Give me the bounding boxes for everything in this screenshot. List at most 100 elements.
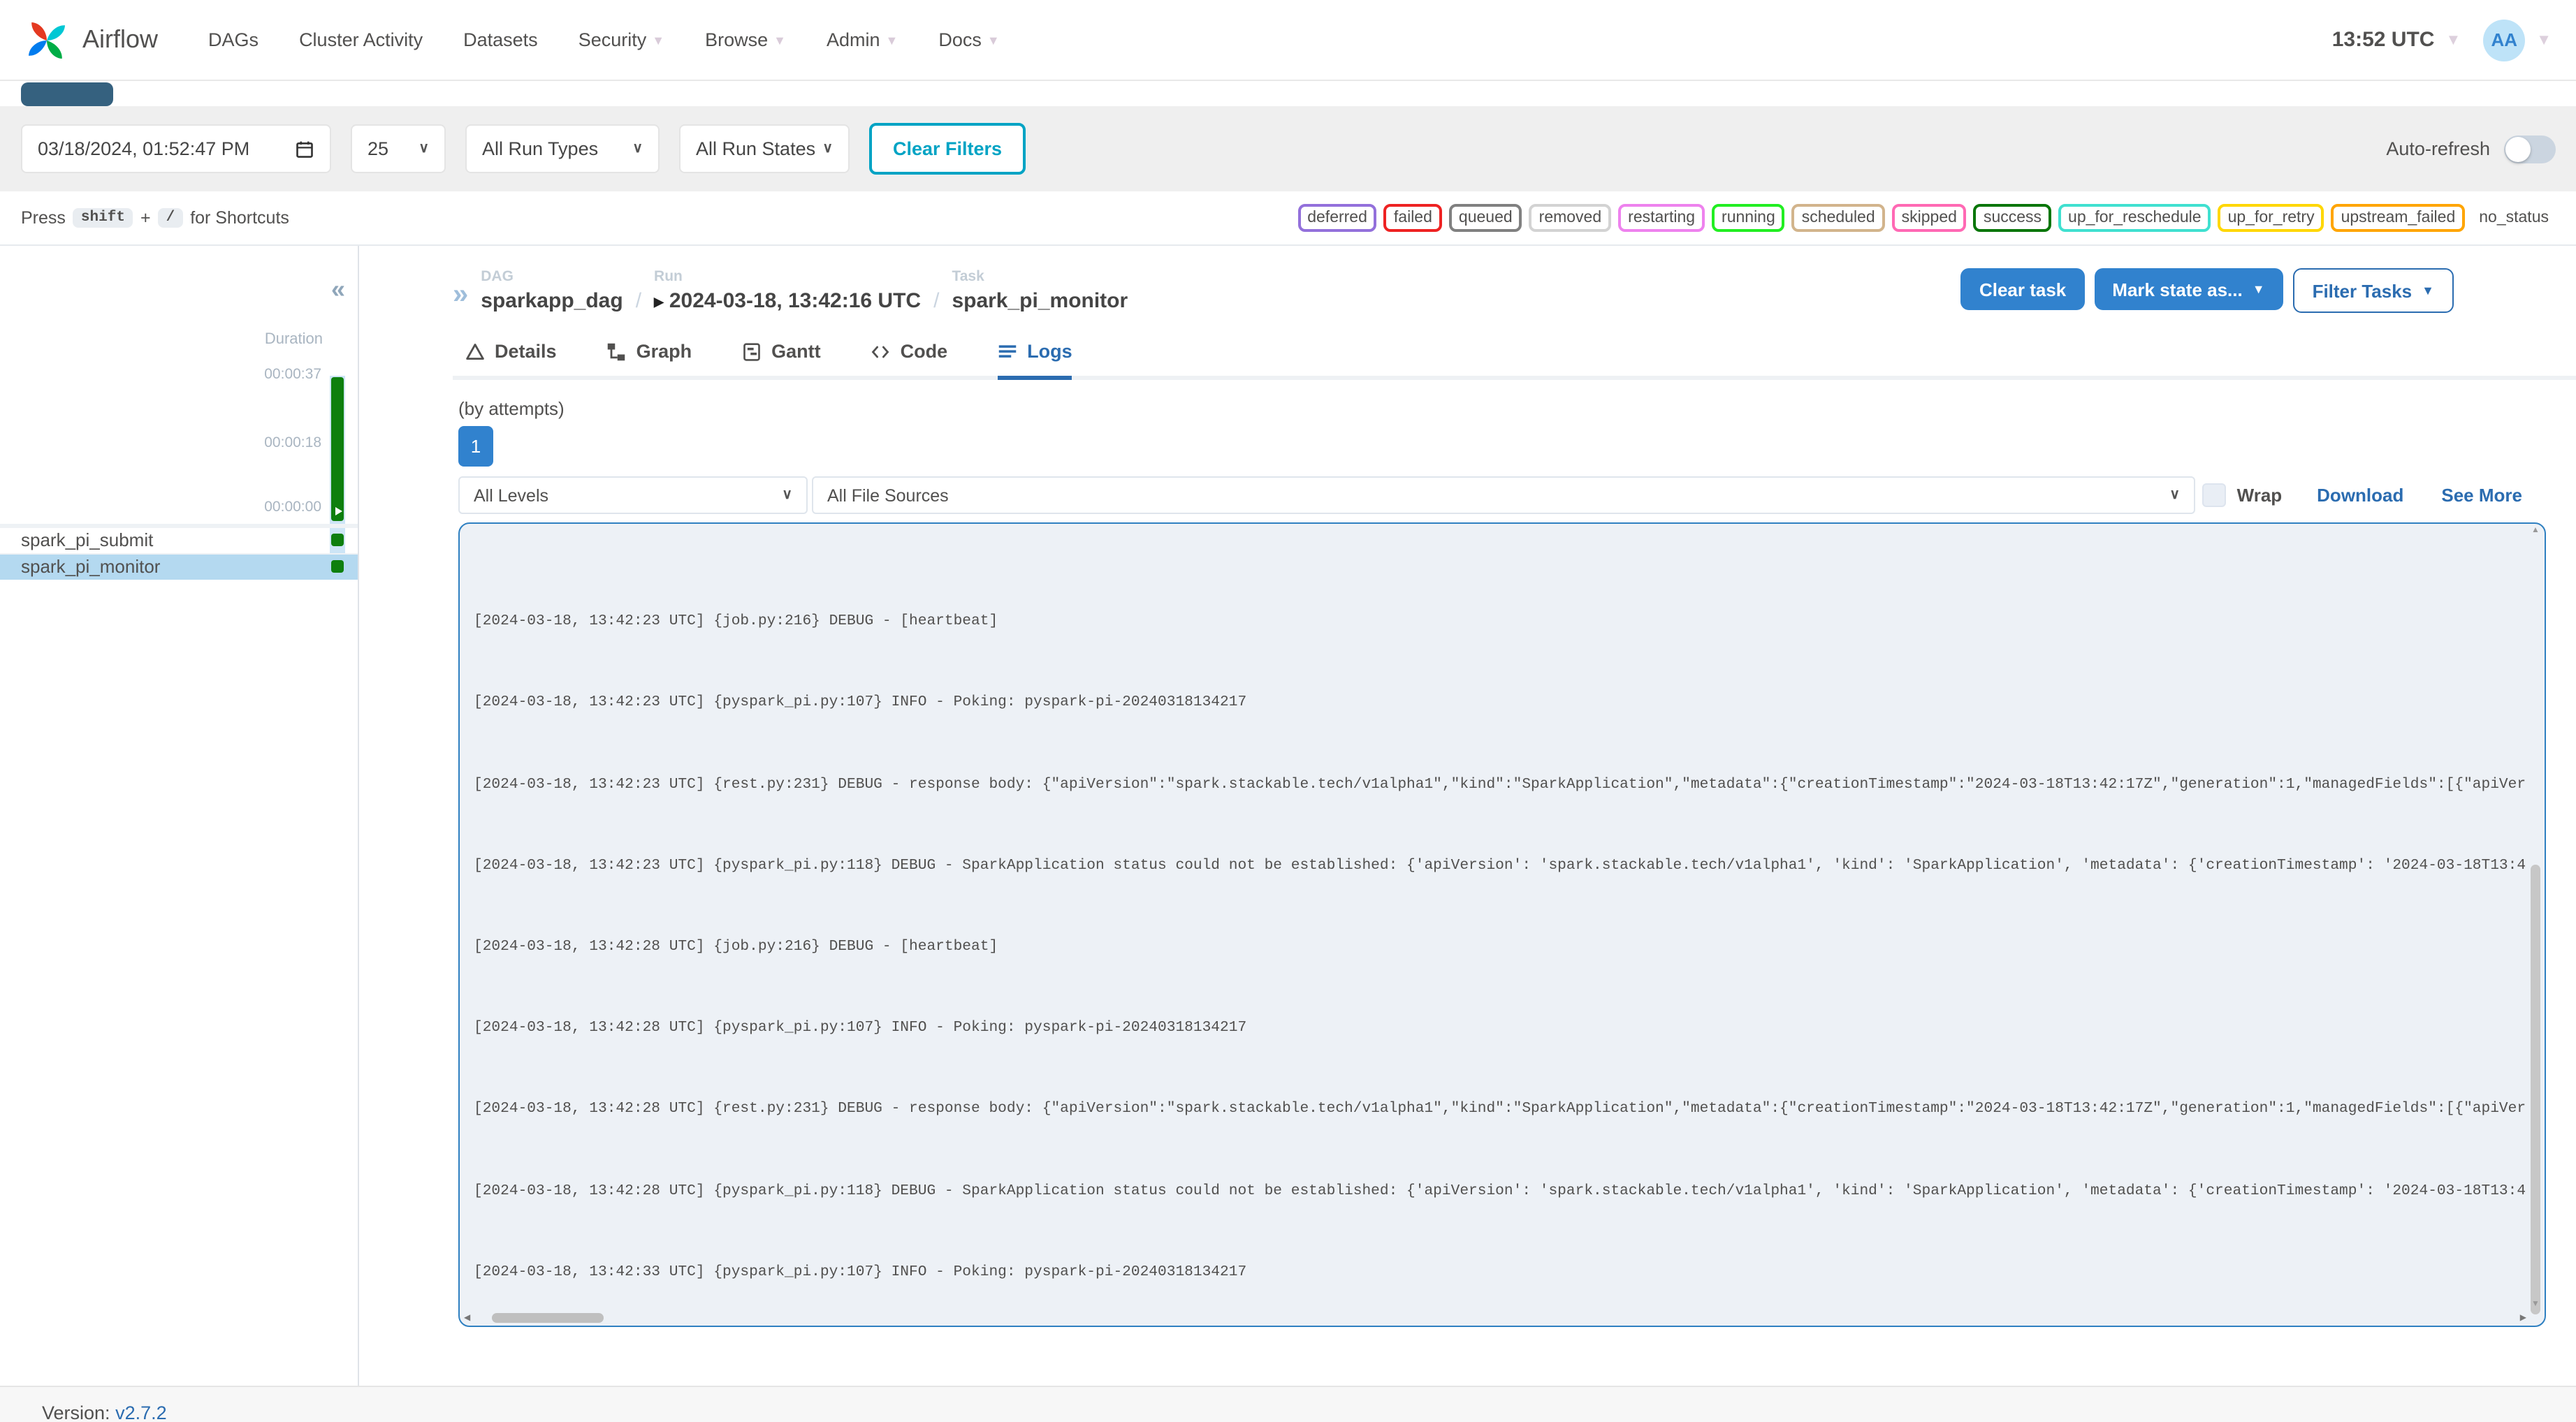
log-line: [2024-03-18, 13:42:23 UTC] {pyspark_pi.p… bbox=[474, 857, 2525, 874]
chevron-down-icon: ▼ bbox=[2422, 284, 2434, 298]
top-nav: Airflow DAGs Cluster Activity Datasets S… bbox=[0, 0, 2576, 81]
graph-icon bbox=[608, 342, 625, 360]
log-levels-select[interactable]: All Levels ∨ bbox=[458, 476, 808, 514]
log-line: [2024-03-18, 13:42:28 UTC] {pyspark_pi.p… bbox=[474, 1020, 1247, 1037]
page-size-select[interactable]: 25 ∨ bbox=[351, 124, 446, 173]
task-run-cell bbox=[330, 528, 345, 552]
attempt-1-button[interactable]: 1 bbox=[458, 426, 493, 467]
wrap-group: Wrap bbox=[2202, 483, 2282, 507]
breadcrumb-dag[interactable]: DAG sparkapp_dag bbox=[481, 268, 623, 313]
collapse-panel-icon[interactable]: « bbox=[331, 277, 345, 302]
wrap-checkbox[interactable] bbox=[2202, 483, 2226, 507]
filter-bar: 03/18/2024, 01:52:47 PM 25 ∨ All Run Type… bbox=[0, 106, 2576, 191]
nav-item-dags[interactable]: DAGs bbox=[208, 29, 259, 50]
mark-state-button[interactable]: Mark state as... ▼ bbox=[2094, 268, 2283, 310]
tab-logs[interactable]: Logs bbox=[998, 341, 1072, 380]
scroll-down-icon[interactable]: ▼ bbox=[2529, 1300, 2542, 1309]
filter-tasks-button[interactable]: Filter Tasks ▼ bbox=[2292, 268, 2454, 313]
airflow-logo[interactable]: Airflow bbox=[22, 12, 158, 68]
chevron-down-icon[interactable]: ▼ bbox=[2536, 31, 2552, 48]
state-badge[interactable]: success bbox=[1973, 204, 2052, 232]
clear-task-button[interactable]: Clear task bbox=[1960, 268, 2085, 310]
avatar[interactable]: AA bbox=[2483, 19, 2526, 61]
nav-item-datasets[interactable]: Datasets bbox=[463, 29, 538, 50]
vertical-scrollbar[interactable]: ▲ ▼ bbox=[2529, 525, 2542, 1314]
main-area: « Duration 00:00:37 00:00:18 00:00:00 sp… bbox=[0, 244, 2576, 1386]
task-state-square[interactable] bbox=[331, 559, 344, 573]
state-badge[interactable]: queued bbox=[1448, 204, 1522, 232]
state-badge[interactable]: skipped bbox=[1891, 204, 1967, 232]
nav-item-security[interactable]: Security ▼ bbox=[578, 29, 664, 50]
state-badge[interactable]: upstream_failed bbox=[2331, 204, 2466, 232]
task-row[interactable]: spark_pi_submit bbox=[0, 528, 358, 554]
nav-item-admin[interactable]: Admin ▼ bbox=[827, 29, 898, 50]
breadcrumb-run[interactable]: Run ▶ 2024-03-18, 13:42:16 UTC bbox=[654, 268, 921, 313]
version-link[interactable]: v2.7.2 bbox=[115, 1402, 167, 1422]
chevron-down-icon[interactable]: ▼ bbox=[2445, 31, 2461, 48]
scrolled-strip bbox=[0, 81, 2576, 106]
task-run-cell bbox=[330, 554, 345, 578]
tab-gantt[interactable]: Gantt bbox=[742, 341, 821, 380]
task-row[interactable]: spark_pi_monitor bbox=[0, 554, 358, 580]
task-state-square[interactable] bbox=[331, 534, 344, 547]
auto-refresh-toggle[interactable] bbox=[2504, 135, 2556, 163]
download-link[interactable]: Download bbox=[2317, 485, 2403, 506]
auto-refresh-group: Auto-refresh bbox=[2386, 135, 2556, 163]
scroll-left-icon[interactable]: ◀ bbox=[464, 1313, 470, 1323]
state-badge[interactable]: up_for_reschedule bbox=[2058, 204, 2211, 232]
state-legend: deferred failed queued removed restartin… bbox=[1297, 204, 2556, 232]
run-types-select[interactable]: All Run Types ∨ bbox=[465, 124, 660, 173]
partially-scrolled-chip bbox=[21, 82, 113, 106]
chevron-down-icon: ∨ bbox=[782, 488, 792, 503]
logs-section: (by attempts) 1 All Levels ∨ All File Sou… bbox=[458, 398, 2546, 1327]
slash-key: / bbox=[157, 208, 184, 228]
horizontal-scrollbar[interactable]: ◀ ▶ bbox=[464, 1312, 2526, 1324]
manual-run-play-icon bbox=[335, 507, 342, 515]
breadcrumb: » DAG sparkapp_dag / Run ▶ 2024-03-18, 13… bbox=[453, 268, 1128, 313]
tab-details[interactable]: Details bbox=[465, 341, 557, 380]
dag-run-column[interactable] bbox=[330, 376, 345, 524]
breadcrumb-task[interactable]: Task spark_pi_monitor bbox=[952, 268, 1128, 313]
log-line: [2024-03-18, 13:42:23 UTC] {pyspark_pi.p… bbox=[474, 694, 1247, 712]
state-badge[interactable]: failed bbox=[1383, 204, 1442, 232]
file-sources-select[interactable]: All File Sources ∨ bbox=[812, 476, 2195, 514]
tab-graph[interactable]: Graph bbox=[607, 341, 692, 380]
see-more-link[interactable]: See More bbox=[2441, 485, 2522, 506]
state-badge[interactable]: scheduled bbox=[1791, 204, 1885, 232]
nav-item-docs[interactable]: Docs ▼ bbox=[938, 29, 999, 50]
duration-axis-title: Duration bbox=[264, 331, 323, 348]
duration-tick: 00:00:18 bbox=[264, 434, 321, 451]
chevron-down-icon: ▼ bbox=[987, 33, 1000, 47]
vertical-scrollbar-thumb[interactable] bbox=[2531, 865, 2540, 1314]
scroll-right-icon[interactable]: ▶ bbox=[2520, 1313, 2526, 1323]
log-line: [2024-03-18, 13:42:28 UTC] {job.py:216} … bbox=[474, 938, 998, 955]
state-badge[interactable]: up_for_retry bbox=[2218, 204, 2324, 232]
duration-tick: 00:00:37 bbox=[264, 366, 321, 383]
scroll-up-icon[interactable]: ▲ bbox=[2529, 527, 2542, 535]
chevron-down-icon: ▼ bbox=[773, 33, 786, 47]
dag-run-duration-bar[interactable] bbox=[331, 377, 344, 521]
nav-item-browse[interactable]: Browse ▼ bbox=[705, 29, 786, 50]
clear-filters-button[interactable]: Clear Filters bbox=[869, 123, 1026, 175]
tab-code[interactable]: Code bbox=[871, 341, 947, 380]
task-name: spark_pi_submit bbox=[21, 529, 154, 551]
expand-panel-icon[interactable]: » bbox=[453, 281, 468, 313]
state-badge[interactable]: restarting bbox=[1618, 204, 1705, 232]
no-status-label: no_status bbox=[2472, 207, 2556, 229]
task-list: spark_pi_submit spark_pi_monitor bbox=[0, 524, 358, 580]
task-name: spark_pi_monitor bbox=[21, 555, 161, 577]
calendar-icon[interactable] bbox=[295, 139, 314, 159]
breadcrumb-separator: / bbox=[933, 289, 940, 313]
horizontal-scrollbar-thumb[interactable] bbox=[492, 1313, 604, 1323]
chevron-down-icon: ∨ bbox=[2169, 488, 2180, 503]
toggle-knob bbox=[2505, 136, 2531, 161]
state-badge[interactable]: removed bbox=[1529, 204, 1612, 232]
state-badge[interactable]: deferred bbox=[1297, 204, 1377, 232]
brand-name: Airflow bbox=[82, 25, 159, 53]
state-badge[interactable]: running bbox=[1712, 204, 1785, 232]
chevron-down-icon: ▼ bbox=[885, 33, 898, 47]
nav-item-cluster-activity[interactable]: Cluster Activity bbox=[299, 29, 423, 50]
base-date-input[interactable]: 03/18/2024, 01:52:47 PM bbox=[21, 124, 331, 173]
clock[interactable]: 13:52 UTC bbox=[2332, 28, 2435, 52]
run-states-select[interactable]: All Run States ∨ bbox=[679, 124, 850, 173]
